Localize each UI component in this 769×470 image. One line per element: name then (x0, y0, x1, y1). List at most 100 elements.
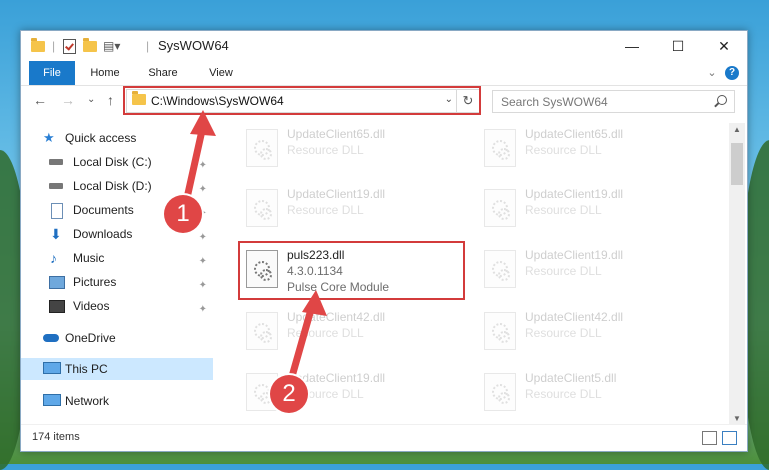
pin-icon[interactable]: ✦ (199, 275, 207, 297)
pin-icon[interactable]: ✦ (199, 299, 207, 321)
customize-quick-access-icon[interactable]: ▤▾ (103, 38, 120, 54)
ribbon-collapse-icon[interactable]: ⌄ (704, 61, 720, 85)
help-icon[interactable]: ? (725, 66, 739, 80)
search-input[interactable]: Search SysWOW64 (492, 90, 735, 113)
dll-file-icon (484, 312, 516, 350)
tab-file[interactable]: File (29, 61, 75, 85)
vertical-scrollbar[interactable]: ▲ ▼ (729, 123, 745, 425)
file-tile[interactable]: UpdateClient19.dll Resource DLL (479, 185, 709, 235)
nav-item-quick-access[interactable]: ★ Quick access (43, 127, 213, 149)
pictures-icon (49, 276, 65, 289)
tab-share[interactable]: Share (141, 61, 185, 85)
file-tile[interactable]: UpdateClient65.dll Resource DLL (241, 125, 471, 175)
file-type: Resource DLL (287, 203, 364, 217)
address-highlight-box (123, 86, 481, 115)
nav-item-label: Pictures (73, 275, 117, 289)
nav-item-label: Documents (73, 203, 134, 217)
dll-file-icon (246, 312, 278, 350)
up-button[interactable]: ↑ (107, 92, 114, 108)
new-folder-icon[interactable] (83, 37, 97, 54)
pin-icon[interactable]: ✦ (199, 179, 207, 201)
address-row: ← → ⌄ ↑ C:\Windows\SysWOW64 ⌄ ↻ Search S… (21, 86, 747, 116)
file-name: UpdateClient65.dll (287, 127, 386, 141)
pin-icon[interactable]: ✦ (199, 227, 207, 249)
music-icon: ♪ (50, 250, 57, 266)
scroll-down-icon[interactable]: ▼ (733, 414, 741, 423)
dll-file-icon (246, 189, 278, 227)
file-tile[interactable]: UpdateClient65.dll Resource DLL (479, 125, 709, 175)
file-type: Resource DLL (525, 203, 602, 217)
nav-item-label: Local Disk (C:) (73, 155, 152, 169)
file-tile[interactable]: UpdateClient19.dll Resource DLL (241, 185, 471, 235)
nav-item-network[interactable]: Network (43, 390, 213, 412)
cloud-icon (43, 334, 59, 342)
dll-file-icon (484, 129, 516, 167)
nav-item-music[interactable]: ♪ Music ✦ (49, 247, 213, 269)
computer-icon (43, 362, 61, 374)
file-name: UpdateClient65.dll (525, 127, 624, 141)
status-bar: 174 items (21, 424, 747, 451)
nav-item-label: Music (73, 251, 105, 265)
nav-item-pictures[interactable]: Pictures ✦ (49, 271, 213, 293)
file-highlight-box (238, 241, 465, 300)
search-placeholder: Search SysWOW64 (501, 95, 608, 109)
scrollbar-thumb[interactable] (731, 143, 743, 185)
nav-item-videos[interactable]: Videos ✦ (49, 295, 213, 317)
nav-item-label: This PC (65, 362, 108, 376)
title-bar: | ▤▾ | SysWOW64 — ☐ ✕ (21, 31, 747, 61)
documents-icon (51, 203, 63, 219)
item-count: 174 items (32, 431, 80, 443)
back-button[interactable]: ← (33, 92, 47, 108)
recent-locations-button[interactable]: ⌄ (87, 94, 95, 105)
navigation-pane: ★ Quick access Local Disk (C:) ✦ Local D… (21, 123, 213, 423)
drive-icon (49, 159, 63, 165)
file-name: UpdateClient42.dll (525, 310, 624, 324)
ribbon-tabs: File Home Share View ⌄ ? (21, 61, 747, 86)
properties-icon[interactable] (63, 38, 76, 54)
nav-item-label: Quick access (65, 131, 137, 145)
nav-item-this-pc[interactable]: This PC (43, 358, 213, 380)
minimize-button[interactable]: — (609, 31, 655, 61)
file-type: Resource DLL (525, 326, 602, 340)
nav-item-local-disk-d[interactable]: Local Disk (D:) ✦ (49, 175, 213, 197)
large-icons-view-icon[interactable] (722, 431, 737, 445)
file-type: Resource DLL (287, 326, 364, 340)
file-tile[interactable]: UpdateClient42.dll Resource DLL (241, 308, 471, 358)
nav-item-label: Network (65, 394, 110, 408)
file-name: UpdateClient5.dll (525, 371, 617, 385)
file-type: Resource DLL (525, 264, 602, 278)
nav-item-label: Videos (73, 299, 110, 313)
folder-icon (31, 37, 45, 54)
tab-view[interactable]: View (199, 61, 243, 85)
file-tile[interactable]: UpdateClient42.dll Resource DLL (479, 308, 709, 358)
forward-button[interactable]: → (61, 92, 75, 108)
downloads-icon: ⬇ (50, 226, 62, 242)
file-name: UpdateClient19.dll (525, 187, 624, 201)
videos-icon (49, 300, 65, 313)
search-icon[interactable] (717, 95, 727, 105)
maximize-button[interactable]: ☐ (655, 31, 701, 61)
dll-file-icon (484, 373, 516, 411)
nav-item-label: OneDrive (65, 331, 116, 345)
pin-icon[interactable]: ✦ (199, 251, 207, 273)
callout-1: 1 (164, 195, 202, 233)
separator: | (52, 39, 56, 53)
window-title: SysWOW64 (158, 38, 229, 53)
details-view-icon[interactable] (702, 431, 717, 445)
file-type: Resource DLL (525, 387, 602, 401)
tab-home[interactable]: Home (83, 61, 127, 85)
nav-item-local-disk-c[interactable]: Local Disk (C:) ✦ (49, 151, 213, 173)
file-tile[interactable]: UpdateClient19.dll Resource DLL (479, 246, 709, 296)
close-button[interactable]: ✕ (701, 31, 747, 61)
nav-item-label: Local Disk (D:) (73, 179, 152, 193)
star-icon: ★ (43, 130, 55, 145)
pin-icon[interactable]: ✦ (199, 155, 207, 177)
file-tile[interactable]: UpdateClient5.dll Resource DLL (479, 369, 709, 419)
file-name: UpdateClient42.dll (287, 310, 386, 324)
file-name: UpdateClient19.dll (525, 248, 624, 262)
dll-file-icon (484, 250, 516, 288)
explorer-window: | ▤▾ | SysWOW64 — ☐ ✕ File Home Share Vi… (20, 30, 748, 452)
scroll-up-icon[interactable]: ▲ (733, 125, 741, 134)
drive-icon (49, 183, 63, 189)
nav-item-onedrive[interactable]: OneDrive (43, 327, 213, 349)
